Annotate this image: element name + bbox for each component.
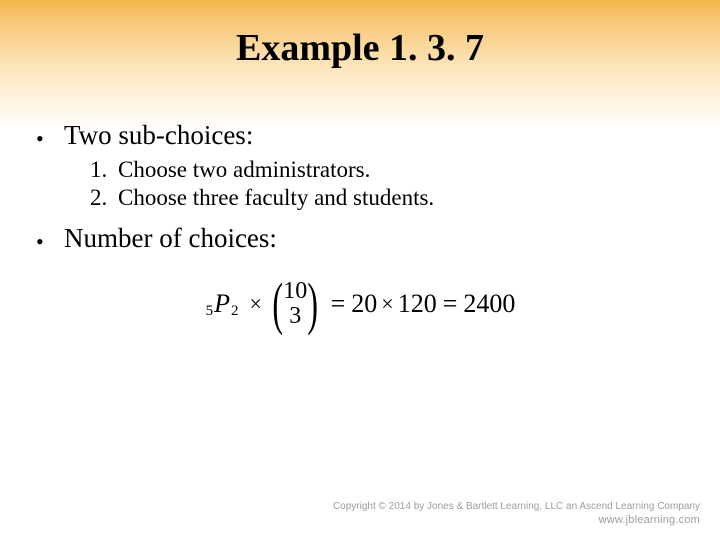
numbered-list: 1. Choose two administrators. 2. Choose … <box>90 157 684 211</box>
footer: Copyright © 2014 by Jones & Bartlett Lea… <box>333 501 700 526</box>
bullet-dot-icon: • <box>36 231 64 253</box>
list-item: 2. Choose three faculty and students. <box>90 185 684 211</box>
left-paren-icon: ( <box>272 278 283 330</box>
bullet-text: Number of choices: <box>64 223 277 254</box>
result-value: 2400 <box>463 289 515 319</box>
bullet-number-of-choices: • Number of choices: <box>36 223 684 254</box>
perm-letter: P <box>214 289 230 319</box>
right-paren-icon: ) <box>308 278 319 330</box>
formula-container: 5 P 2 × ( 10 3 ) = 20 × 120 = 2 <box>36 278 684 330</box>
binomial: ( 10 3 ) <box>268 278 323 330</box>
list-item: 1. Choose two administrators. <box>90 157 684 183</box>
equals-icon: = <box>331 289 346 319</box>
slide: Example 1. 3. 7 • Two sub-choices: 1. Ch… <box>0 0 720 540</box>
formula: 5 P 2 × ( 10 3 ) = 20 × 120 = 2 <box>205 278 516 330</box>
perm-right-subscript: 2 <box>231 303 239 320</box>
slide-content: • Two sub-choices: 1. Choose two adminis… <box>36 120 684 330</box>
perm-left-subscript: 5 <box>206 303 214 320</box>
bullet-dot-icon: • <box>36 128 64 150</box>
footer-url: www.jblearning.com <box>333 514 700 526</box>
slide-title: Example 1. 3. 7 <box>0 26 720 70</box>
times-icon: × <box>381 291 393 317</box>
item-number: 1. <box>90 157 118 183</box>
item-text: Choose three faculty and students. <box>118 185 434 211</box>
item-text: Choose two administrators. <box>118 157 370 183</box>
item-number: 2. <box>90 185 118 211</box>
bullet-text: Two sub-choices: <box>64 120 253 151</box>
times-icon: × <box>250 291 262 317</box>
copyright-text: Copyright © 2014 by Jones & Bartlett Lea… <box>333 501 700 512</box>
permutation-symbol: 5 P 2 <box>205 289 240 319</box>
equals-icon: = <box>443 289 458 319</box>
binomial-values: 10 3 <box>283 279 307 329</box>
value-20: 20 <box>351 289 377 319</box>
binom-top: 10 <box>283 279 307 304</box>
value-120: 120 <box>398 289 437 319</box>
bullet-two-subchoices: • Two sub-choices: <box>36 120 684 151</box>
binom-bottom: 3 <box>289 304 301 329</box>
